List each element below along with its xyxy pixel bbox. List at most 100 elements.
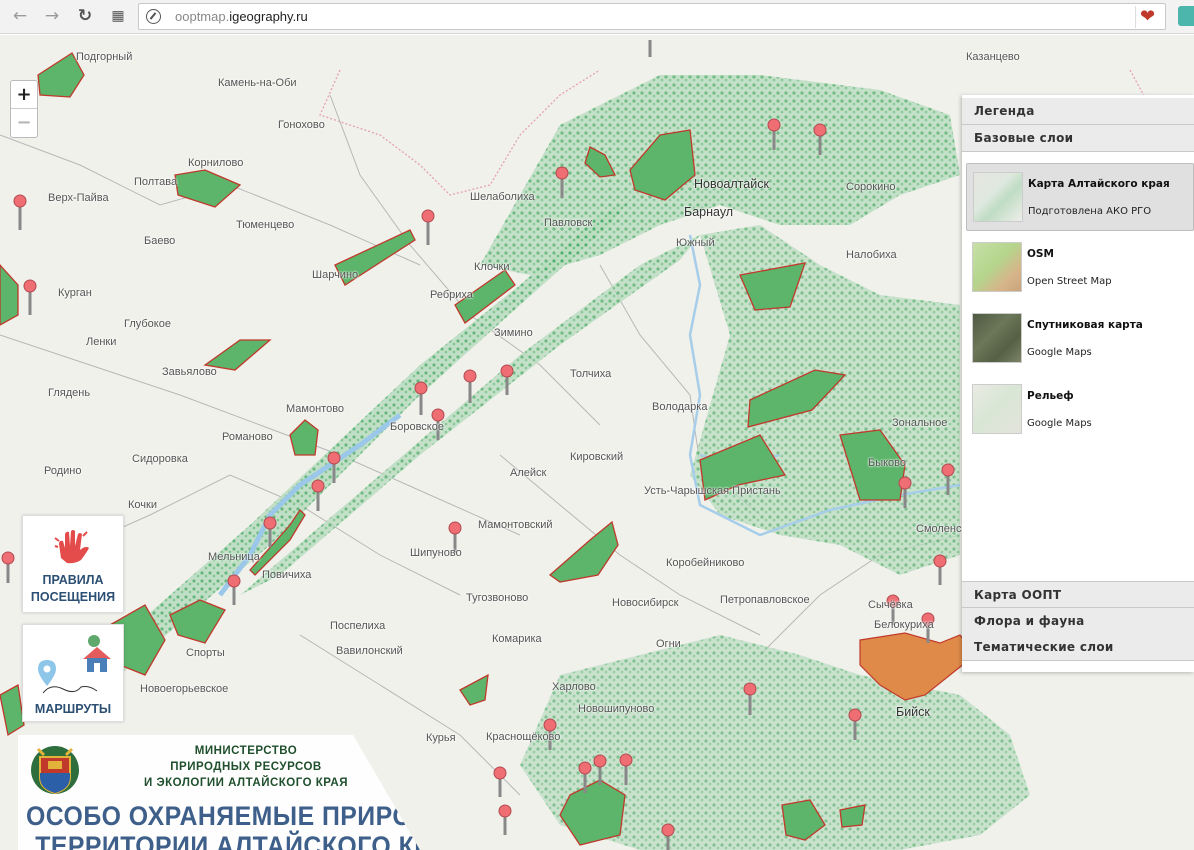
layer-source: Google Maps	[1027, 347, 1092, 358]
place-label: Верх-Пайва	[48, 192, 109, 204]
place-label: Володарка	[652, 401, 708, 413]
place-label: Сычёвка	[868, 599, 913, 611]
layer-name: Карта Алтайского края	[1028, 178, 1170, 190]
place-label: Новоегорьевское	[140, 683, 229, 695]
layer-name: Рельеф	[1027, 390, 1074, 402]
place-label: Кочки	[128, 499, 157, 511]
ministry-banner: МИНИСТЕРСТВО ПРИРОДНЫХ РЕСУРСОВ И ЭКОЛОГ…	[18, 735, 420, 850]
url-domain: igeography.ru	[229, 9, 308, 24]
zoom-in-button[interactable]: +	[11, 81, 37, 109]
place-label: Сорокино	[846, 181, 896, 193]
place-label: Мельница	[208, 551, 260, 563]
flora-fauna-header[interactable]: Флора и фауна	[962, 608, 1194, 635]
place-label: Завьялово	[162, 366, 217, 378]
routes-card[interactable]: МАРШРУТЫ	[22, 624, 124, 722]
routes-label: МАРШРУТЫ	[34, 702, 112, 716]
map-marker[interactable]	[1, 551, 15, 583]
place-label: Вавилонский	[336, 645, 403, 657]
map-marker[interactable]	[933, 554, 947, 585]
map-marker[interactable]	[421, 209, 435, 245]
place-label: Новосибирск	[612, 597, 679, 609]
reload-icon[interactable]: ↻	[73, 5, 97, 27]
place-label: Новоалтайск	[694, 177, 769, 191]
layer-name: Спутниковая карта	[1027, 319, 1143, 331]
thematic-layers-header[interactable]: Тематические слои	[962, 634, 1194, 661]
place-label: Барнаул	[684, 205, 734, 219]
coat-of-arms-icon	[31, 746, 79, 795]
place-label: Харлово	[552, 681, 596, 693]
layer-source: Open Street Map	[1027, 276, 1112, 287]
place-label: Поспелиха	[330, 620, 386, 632]
ministry-line-2: ПРИРОДНЫХ РЕСУРСОВ	[170, 761, 322, 773]
map-marker[interactable]	[498, 804, 512, 835]
extension-icon[interactable]	[1178, 6, 1194, 26]
place-label: Глядень	[48, 387, 91, 399]
layer-option-satellite[interactable]: Спутниковая карта Google Maps	[966, 305, 1194, 373]
place-label: Повичиха	[262, 569, 312, 581]
ministry-line-1: МИНИСТЕРСТВО	[194, 745, 298, 757]
layer-source: Подготовлена АКО РГО	[1028, 206, 1152, 217]
layer-option-altai-map[interactable]: Карта Алтайского края Подготовлена АКО Р…	[966, 163, 1194, 231]
place-label: Мамонтово	[286, 403, 345, 415]
place-label: Глубокое	[124, 318, 171, 330]
place-label: Мамонтовский	[478, 519, 553, 531]
address-bar[interactable]: ooptmap.igeography.ru ❤	[138, 3, 1166, 30]
place-label: Казанцево	[966, 51, 1020, 63]
place-label: Сидоровка	[132, 453, 188, 465]
layer-option-osm[interactable]: OSM Open Street Map	[966, 234, 1194, 302]
ministry-line-3: И ЭКОЛОГИИ АЛТАЙСКОГО КРАЯ	[144, 777, 348, 789]
place-label: Зимино	[494, 327, 533, 339]
map-marker[interactable]	[493, 766, 507, 797]
base-layers-header[interactable]: Базовые слои	[962, 125, 1194, 152]
place-label: Спорты	[186, 647, 225, 659]
place-label: Огни	[656, 638, 681, 650]
forward-arrow-icon[interactable]: →	[40, 5, 64, 27]
map-marker[interactable]	[13, 194, 27, 230]
place-label: Курган	[58, 287, 92, 299]
stop-hand-icon	[54, 530, 89, 564]
place-label: Кировский	[570, 451, 624, 463]
place-label: Полтава	[134, 176, 178, 188]
place-label: Краснощёково	[486, 731, 561, 743]
map-marker[interactable]	[227, 574, 241, 605]
layer-source: Google Maps	[1027, 418, 1092, 429]
layer-panel: Легенда Базовые слои Карта Алтайского кр…	[962, 95, 1194, 672]
place-label: Коробейниково	[666, 557, 745, 569]
layer-name: OSM	[1027, 248, 1054, 260]
place-label: Павловск	[544, 217, 593, 229]
visit-rules-card[interactable]: ПРАВИЛА ПОСЕЩЕНИЯ	[22, 515, 124, 613]
place-label: Шипуново	[410, 547, 462, 559]
oopt-map-header[interactable]: Карта ООПТ	[962, 581, 1194, 608]
place-label: Быково	[868, 457, 907, 469]
url-prefix: ooptmap.	[175, 9, 230, 24]
browser-toolbar: ← → ↻ ▦ ooptmap.igeography.ru ❤	[0, 0, 1194, 34]
route-path-icon	[42, 686, 98, 694]
place-label: Ребриха	[430, 289, 473, 301]
place-label: Алейск	[510, 467, 547, 479]
map-marker[interactable]	[23, 279, 37, 315]
place-label: Подгорный	[76, 51, 133, 63]
apps-grid-icon[interactable]: ▦	[106, 5, 130, 27]
back-arrow-icon[interactable]: ←	[8, 5, 32, 27]
layer-thumbnail	[973, 172, 1023, 222]
place-label: Шарчино	[312, 269, 359, 281]
zoom-out-button[interactable]: −	[11, 109, 37, 137]
place-label: Толчиха	[570, 368, 612, 380]
url-text: ooptmap.igeography.ru	[175, 9, 308, 24]
place-label: Шелаболиха	[470, 191, 535, 203]
favorite-heart-icon[interactable]: ❤	[1135, 6, 1159, 28]
place-label: Южный	[676, 237, 715, 249]
place-label: Петропавловское	[720, 594, 810, 606]
map-marker[interactable]	[414, 381, 428, 415]
layer-thumbnail	[972, 242, 1022, 292]
visit-rules-label-1: ПРАВИЛА	[42, 573, 104, 587]
place-label: Корнилово	[188, 157, 244, 169]
place-label: Новошипуново	[578, 703, 655, 715]
layer-option-terrain[interactable]: Рельеф Google Maps	[966, 376, 1194, 444]
place-label: Камень-на-Оби	[218, 77, 297, 89]
site-info-icon[interactable]	[146, 9, 161, 24]
legend-header[interactable]: Легенда	[962, 98, 1194, 125]
place-label: Клочки	[474, 261, 510, 273]
place-label: Зональное	[892, 417, 948, 429]
place-label: Комарика	[492, 633, 542, 645]
